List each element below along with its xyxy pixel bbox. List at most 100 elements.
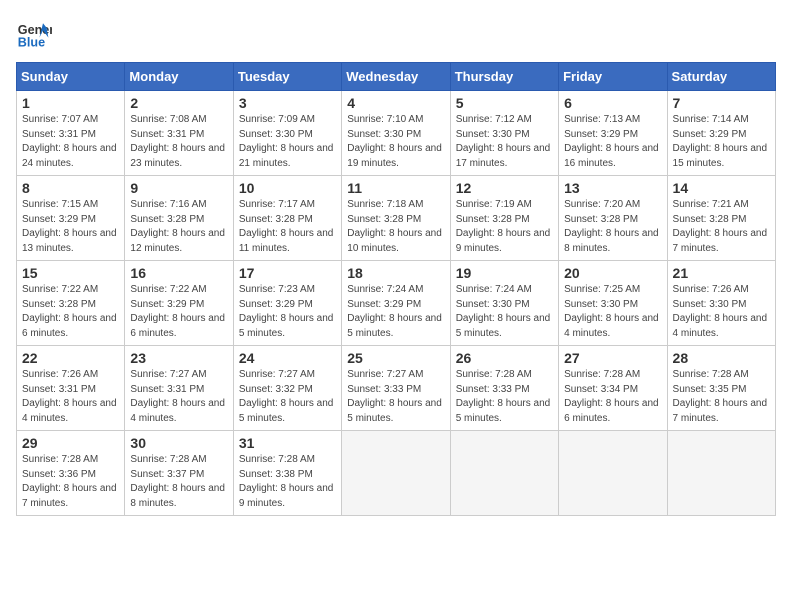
day-number: 2 <box>130 95 227 111</box>
day-number: 13 <box>564 180 661 196</box>
day-cell: 1 Sunrise: 7:07 AMSunset: 3:31 PMDaylight… <box>17 91 125 176</box>
day-info: Sunrise: 7:28 AMSunset: 3:34 PMDaylight:… <box>564 368 661 426</box>
day-info: Sunrise: 7:28 AMSunset: 3:36 PMDaylight:… <box>22 453 119 511</box>
day-info: Sunrise: 7:24 AMSunset: 3:29 PMDaylight:… <box>347 283 444 341</box>
day-number: 9 <box>130 180 227 196</box>
day-cell: 13 Sunrise: 7:20 AMSunset: 3:28 PMDayligh… <box>559 176 667 261</box>
day-number: 3 <box>239 95 336 111</box>
day-number: 26 <box>456 350 553 366</box>
day-info: Sunrise: 7:17 AMSunset: 3:28 PMDaylight:… <box>239 198 336 256</box>
col-header-saturday: Saturday <box>667 63 775 91</box>
day-number: 4 <box>347 95 444 111</box>
day-info: Sunrise: 7:20 AMSunset: 3:28 PMDaylight:… <box>564 198 661 256</box>
week-row-4: 22Sunrise: 7:26 AMSunset: 3:31 PMDayligh… <box>17 346 776 431</box>
day-info: Sunrise: 7:28 AMSunset: 3:33 PMDaylight:… <box>456 368 553 426</box>
week-row-3: 15 Sunrise: 7:22 AMSunset: 3:28 PMDayligh… <box>17 261 776 346</box>
calendar-table: SundayMondayTuesdayWednesdayThursdayFrid… <box>16 62 776 516</box>
day-info: Sunrise: 7:08 AMSunset: 3:31 PMDaylight:… <box>130 113 227 171</box>
day-info: Sunrise: 7:25 AMSunset: 3:30 PMDaylight:… <box>564 283 661 341</box>
day-cell: 18 Sunrise: 7:24 AMSunset: 3:29 PMDayligh… <box>342 261 450 346</box>
day-info: Sunrise: 7:16 AMSunset: 3:28 PMDaylight:… <box>130 198 227 256</box>
day-info: Sunrise: 7:26 AMSunset: 3:30 PMDaylight:… <box>673 283 770 341</box>
day-info: Sunrise: 7:12 AMSunset: 3:30 PMDaylight:… <box>456 113 553 171</box>
day-info: Sunrise: 7:26 AMSunset: 3:31 PMDaylight:… <box>22 368 119 426</box>
day-cell: 22Sunrise: 7:26 AMSunset: 3:31 PMDayligh… <box>17 346 125 431</box>
day-number: 16 <box>130 265 227 281</box>
page-header: General Blue <box>16 16 776 52</box>
day-info: Sunrise: 7:27 AMSunset: 3:32 PMDaylight:… <box>239 368 336 426</box>
day-cell: 31 Sunrise: 7:28 AMSunset: 3:38 PMDayligh… <box>233 431 341 516</box>
day-number: 6 <box>564 95 661 111</box>
day-number: 29 <box>22 435 119 451</box>
col-header-tuesday: Tuesday <box>233 63 341 91</box>
day-cell: 30 Sunrise: 7:28 AMSunset: 3:37 PMDayligh… <box>125 431 233 516</box>
day-info: Sunrise: 7:18 AMSunset: 3:28 PMDaylight:… <box>347 198 444 256</box>
day-number: 21 <box>673 265 770 281</box>
day-number: 11 <box>347 180 444 196</box>
day-number: 25 <box>347 350 444 366</box>
day-cell: 21 Sunrise: 7:26 AMSunset: 3:30 PMDayligh… <box>667 261 775 346</box>
day-number: 1 <box>22 95 119 111</box>
col-header-wednesday: Wednesday <box>342 63 450 91</box>
day-info: Sunrise: 7:14 AMSunset: 3:29 PMDaylight:… <box>673 113 770 171</box>
col-header-thursday: Thursday <box>450 63 558 91</box>
day-cell <box>450 431 558 516</box>
day-number: 27 <box>564 350 661 366</box>
day-info: Sunrise: 7:22 AMSunset: 3:29 PMDaylight:… <box>130 283 227 341</box>
week-row-1: 1 Sunrise: 7:07 AMSunset: 3:31 PMDaylight… <box>17 91 776 176</box>
day-number: 19 <box>456 265 553 281</box>
day-cell: 6 Sunrise: 7:13 AMSunset: 3:29 PMDaylight… <box>559 91 667 176</box>
day-number: 20 <box>564 265 661 281</box>
svg-text:Blue: Blue <box>18 36 45 50</box>
day-number: 18 <box>347 265 444 281</box>
day-cell: 3 Sunrise: 7:09 AMSunset: 3:30 PMDaylight… <box>233 91 341 176</box>
day-cell: 12 Sunrise: 7:19 AMSunset: 3:28 PMDayligh… <box>450 176 558 261</box>
col-header-monday: Monday <box>125 63 233 91</box>
week-row-5: 29 Sunrise: 7:28 AMSunset: 3:36 PMDayligh… <box>17 431 776 516</box>
day-cell: 29 Sunrise: 7:28 AMSunset: 3:36 PMDayligh… <box>17 431 125 516</box>
day-cell: 9 Sunrise: 7:16 AMSunset: 3:28 PMDaylight… <box>125 176 233 261</box>
day-number: 5 <box>456 95 553 111</box>
day-info: Sunrise: 7:28 AMSunset: 3:38 PMDaylight:… <box>239 453 336 511</box>
header-row: SundayMondayTuesdayWednesdayThursdayFrid… <box>17 63 776 91</box>
day-info: Sunrise: 7:21 AMSunset: 3:28 PMDaylight:… <box>673 198 770 256</box>
day-cell: 24Sunrise: 7:27 AMSunset: 3:32 PMDayligh… <box>233 346 341 431</box>
day-cell: 10Sunrise: 7:17 AMSunset: 3:28 PMDayligh… <box>233 176 341 261</box>
day-cell: 16 Sunrise: 7:22 AMSunset: 3:29 PMDayligh… <box>125 261 233 346</box>
day-cell: 7Sunrise: 7:14 AMSunset: 3:29 PMDaylight… <box>667 91 775 176</box>
day-number: 28 <box>673 350 770 366</box>
day-info: Sunrise: 7:15 AMSunset: 3:29 PMDaylight:… <box>22 198 119 256</box>
day-info: Sunrise: 7:19 AMSunset: 3:28 PMDaylight:… <box>456 198 553 256</box>
day-number: 8 <box>22 180 119 196</box>
day-number: 30 <box>130 435 227 451</box>
day-cell: 5 Sunrise: 7:12 AMSunset: 3:30 PMDaylight… <box>450 91 558 176</box>
day-cell: 27 Sunrise: 7:28 AMSunset: 3:34 PMDayligh… <box>559 346 667 431</box>
day-cell: 14 Sunrise: 7:21 AMSunset: 3:28 PMDayligh… <box>667 176 775 261</box>
day-cell: 25 Sunrise: 7:27 AMSunset: 3:33 PMDayligh… <box>342 346 450 431</box>
day-info: Sunrise: 7:27 AMSunset: 3:33 PMDaylight:… <box>347 368 444 426</box>
col-header-friday: Friday <box>559 63 667 91</box>
day-number: 23 <box>130 350 227 366</box>
day-number: 31 <box>239 435 336 451</box>
day-info: Sunrise: 7:22 AMSunset: 3:28 PMDaylight:… <box>22 283 119 341</box>
day-info: Sunrise: 7:07 AMSunset: 3:31 PMDaylight:… <box>22 113 119 171</box>
day-cell: 8 Sunrise: 7:15 AMSunset: 3:29 PMDaylight… <box>17 176 125 261</box>
day-info: Sunrise: 7:28 AMSunset: 3:35 PMDaylight:… <box>673 368 770 426</box>
day-number: 14 <box>673 180 770 196</box>
day-cell: 20 Sunrise: 7:25 AMSunset: 3:30 PMDayligh… <box>559 261 667 346</box>
day-number: 12 <box>456 180 553 196</box>
day-info: Sunrise: 7:09 AMSunset: 3:30 PMDaylight:… <box>239 113 336 171</box>
day-info: Sunrise: 7:13 AMSunset: 3:29 PMDaylight:… <box>564 113 661 171</box>
day-cell <box>559 431 667 516</box>
day-cell: 11 Sunrise: 7:18 AMSunset: 3:28 PMDayligh… <box>342 176 450 261</box>
day-number: 15 <box>22 265 119 281</box>
day-info: Sunrise: 7:10 AMSunset: 3:30 PMDaylight:… <box>347 113 444 171</box>
day-cell: 2 Sunrise: 7:08 AMSunset: 3:31 PMDaylight… <box>125 91 233 176</box>
day-info: Sunrise: 7:27 AMSunset: 3:31 PMDaylight:… <box>130 368 227 426</box>
day-number: 17 <box>239 265 336 281</box>
day-cell: 23 Sunrise: 7:27 AMSunset: 3:31 PMDayligh… <box>125 346 233 431</box>
col-header-sunday: Sunday <box>17 63 125 91</box>
day-info: Sunrise: 7:28 AMSunset: 3:37 PMDaylight:… <box>130 453 227 511</box>
day-cell: 4 Sunrise: 7:10 AMSunset: 3:30 PMDaylight… <box>342 91 450 176</box>
day-cell: 17Sunrise: 7:23 AMSunset: 3:29 PMDayligh… <box>233 261 341 346</box>
